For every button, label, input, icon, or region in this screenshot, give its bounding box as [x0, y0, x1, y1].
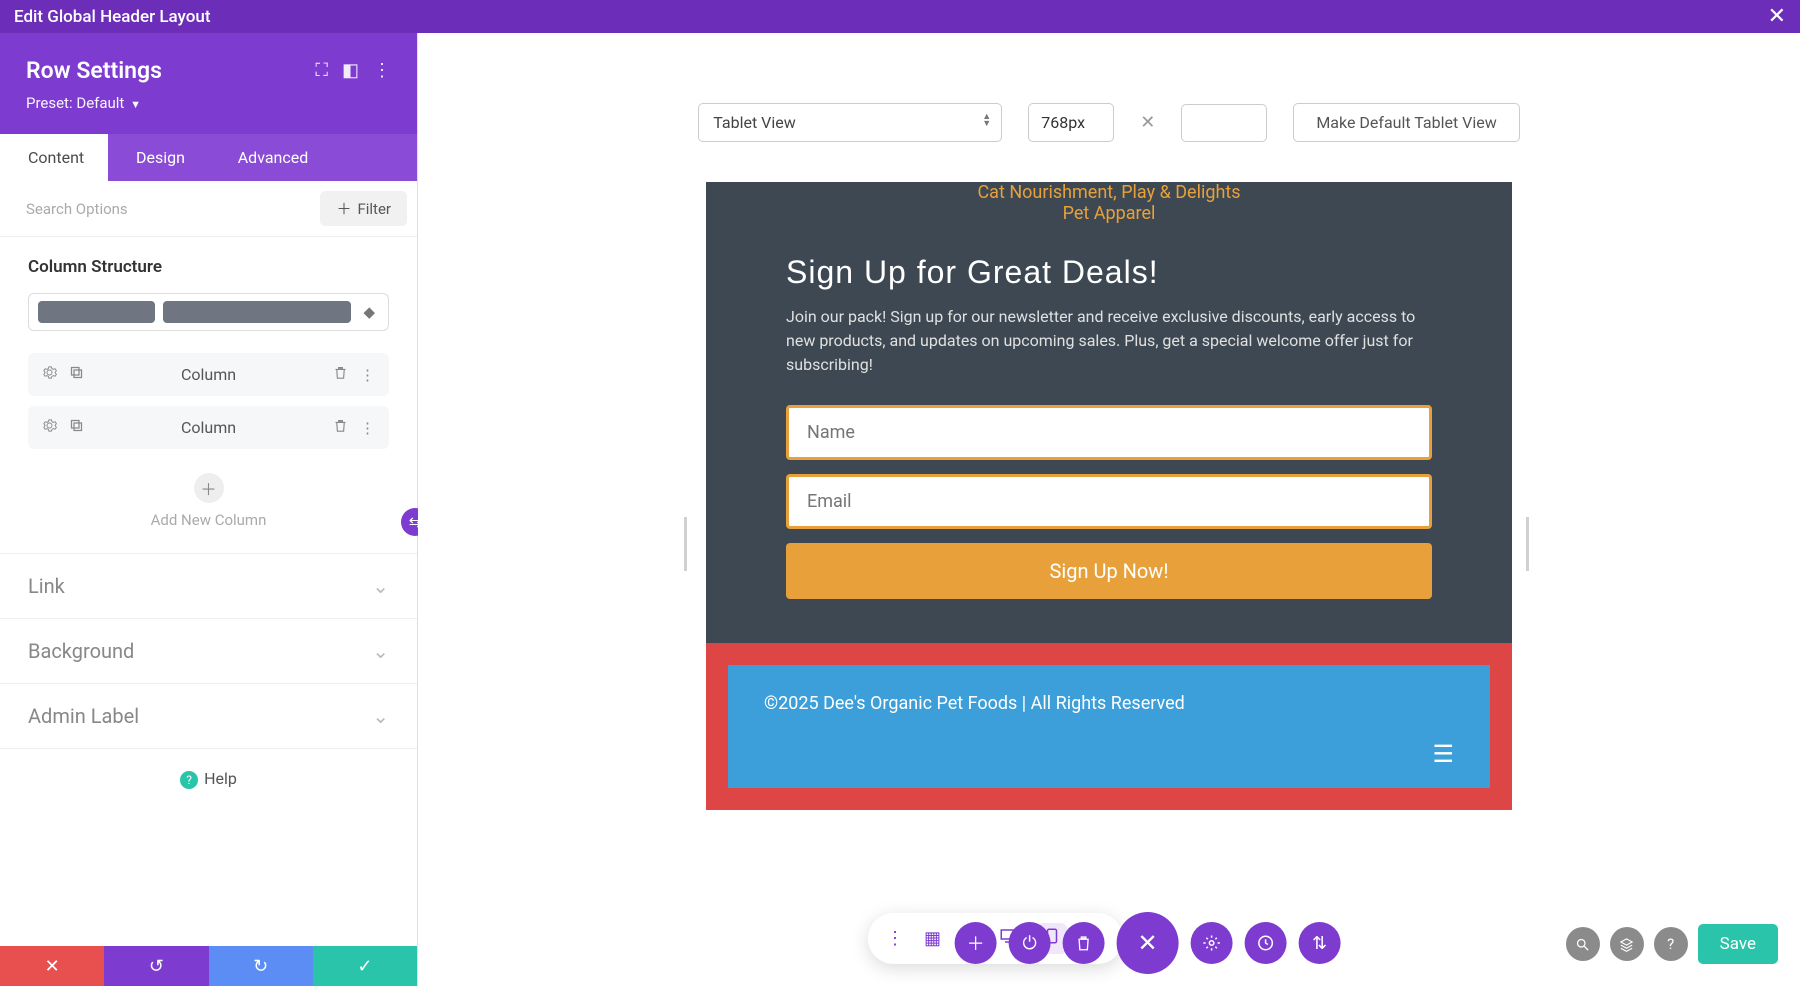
right-toolbar: ? Save [1566, 924, 1778, 964]
accordion-link[interactable]: Link ⌄ [0, 554, 417, 619]
layers-icon[interactable] [1610, 927, 1644, 961]
device-toolbar: Tablet View ▲▼ ✕ Make Default Tablet Vie… [418, 33, 1800, 182]
expand-icon[interactable]: ⛶ [315, 60, 328, 81]
filter-button[interactable]: ＋ Filter [320, 191, 407, 226]
height-input[interactable] [1181, 104, 1267, 142]
trash-icon[interactable] [333, 365, 348, 384]
settings-tabs: Content Design Advanced [0, 134, 417, 181]
column-label: Column [96, 418, 321, 437]
close-icon[interactable]: ✕ [1768, 4, 1786, 29]
name-input[interactable] [786, 405, 1432, 460]
redo-button[interactable]: ↻ [209, 946, 313, 986]
tab-advanced[interactable]: Advanced [208, 134, 338, 181]
undo-button[interactable]: ↺ [104, 946, 208, 986]
more-icon[interactable]: ⋮ [360, 419, 375, 437]
section-title: Column Structure [28, 257, 389, 277]
sidebar-header: Row Settings ⛶ ◧ ⋮ Preset: Default ▼ [0, 33, 417, 134]
preset-selector[interactable]: Preset: Default ▼ [26, 94, 391, 112]
plus-icon[interactable]: ＋ [194, 473, 224, 503]
accordion-list: Link ⌄ Background ⌄ Admin Label ⌄ [0, 553, 417, 749]
signup-paragraph: Join our pack! Sign up for our newslette… [786, 305, 1432, 377]
cancel-button[interactable]: ✕ [0, 946, 104, 986]
builder-actions-toolbar: ＋ ⏻ ✕ ⇅ [955, 912, 1341, 974]
selected-row-highlight[interactable]: ©2025 Dee's Organic Pet Foods | All Righ… [706, 643, 1512, 810]
settings-sidebar: Row Settings ⛶ ◧ ⋮ Preset: Default ▼ Con… [0, 33, 418, 986]
accordion-background[interactable]: Background ⌄ [0, 619, 417, 684]
chevron-down-icon: ⌄ [372, 704, 389, 728]
history-icon[interactable] [1245, 922, 1287, 964]
preview-nav-links: Cat Nourishment, Play & Delights Pet App… [706, 182, 1512, 242]
make-default-button[interactable]: Make Default Tablet View [1293, 103, 1519, 142]
resize-handle-left[interactable] [684, 517, 692, 571]
sidebar-actions: ✕ ↺ ↻ ✓ [0, 946, 417, 986]
snap-icon[interactable]: ◧ [342, 60, 359, 81]
topbar: Edit Global Header Layout ✕ [0, 0, 1800, 33]
portability-icon[interactable]: ⇅ [1299, 922, 1341, 964]
search-input[interactable] [26, 200, 320, 218]
resize-handle-right[interactable] [1526, 517, 1534, 571]
settings-icon[interactable] [1191, 922, 1233, 964]
delete-icon[interactable] [1063, 922, 1105, 964]
power-icon[interactable]: ⏻ [1009, 922, 1051, 964]
nav-link[interactable]: Pet Apparel [1063, 203, 1156, 224]
column-layout-picker[interactable]: ◆ [28, 293, 389, 331]
signup-heading: Sign Up for Great Deals! [786, 254, 1432, 291]
topbar-title: Edit Global Header Layout [14, 7, 211, 27]
gear-icon[interactable] [42, 418, 57, 437]
more-icon[interactable]: ⋮ [373, 60, 391, 81]
email-input[interactable] [786, 474, 1432, 529]
footer-row: ©2025 Dee's Organic Pet Foods | All Righ… [728, 665, 1490, 788]
tab-design[interactable]: Design [108, 134, 208, 181]
add-button[interactable]: ＋ [955, 922, 997, 964]
help-link[interactable]: ?Help [0, 749, 417, 809]
search-row: ＋ Filter [0, 181, 417, 237]
save-button[interactable]: Save [1698, 924, 1778, 964]
settings-title: Row Settings [26, 57, 301, 84]
preview-wrapper: Cat Nourishment, Play & Delights Pet App… [706, 182, 1512, 810]
duplicate-icon[interactable] [69, 365, 84, 384]
column-label: Column [96, 365, 321, 384]
column-structure-section: Column Structure ◆ Column ⋮ Column ⋮ ＋ A… [0, 237, 417, 553]
view-select[interactable]: Tablet View ▲▼ [698, 103, 1002, 142]
signup-button[interactable]: Sign Up Now! [786, 543, 1432, 599]
filter-plus-icon: ＋ [336, 198, 351, 219]
close-builder-button[interactable]: ✕ [1117, 912, 1179, 974]
confirm-button[interactable]: ✓ [313, 946, 417, 986]
dimensions-x-icon: ✕ [1140, 112, 1155, 133]
column-item[interactable]: Column ⋮ [28, 353, 389, 396]
wireframe-icon[interactable]: ▦ [924, 928, 941, 949]
add-column[interactable]: ＋ Add New Column [28, 459, 389, 553]
column-bar [163, 301, 351, 323]
select-arrows-icon: ▲▼ [982, 114, 991, 128]
help-icon[interactable]: ? [1654, 927, 1688, 961]
caret-down-icon: ▼ [130, 98, 141, 111]
chevron-down-icon: ⌄ [372, 574, 389, 598]
layout-dropdown-icon[interactable]: ◆ [359, 303, 379, 321]
page-preview: Cat Nourishment, Play & Delights Pet App… [706, 182, 1512, 810]
help-icon: ? [180, 771, 198, 789]
chevron-down-icon: ⌄ [372, 639, 389, 663]
search-icon[interactable] [1566, 927, 1600, 961]
preview-hero: Cat Nourishment, Play & Delights Pet App… [706, 182, 1512, 643]
accordion-admin-label[interactable]: Admin Label ⌄ [0, 684, 417, 749]
hamburger-icon[interactable]: ☰ [764, 740, 1454, 768]
gear-icon[interactable] [42, 365, 57, 384]
width-input[interactable] [1028, 103, 1114, 142]
signup-block: Sign Up for Great Deals! Join our pack! … [706, 242, 1512, 643]
drag-handle-icon[interactable]: ⋮ [886, 928, 904, 949]
more-icon[interactable]: ⋮ [360, 366, 375, 384]
column-item[interactable]: Column ⋮ [28, 406, 389, 449]
duplicate-icon[interactable] [69, 418, 84, 437]
tab-content[interactable]: Content [0, 134, 108, 181]
preview-stage: Tablet View ▲▼ ✕ Make Default Tablet Vie… [418, 33, 1800, 986]
copyright-text: ©2025 Dee's Organic Pet Foods | All Righ… [764, 693, 1454, 714]
trash-icon[interactable] [333, 418, 348, 437]
column-bar [38, 301, 155, 323]
nav-link[interactable]: Cat Nourishment, Play & Delights [977, 182, 1240, 203]
